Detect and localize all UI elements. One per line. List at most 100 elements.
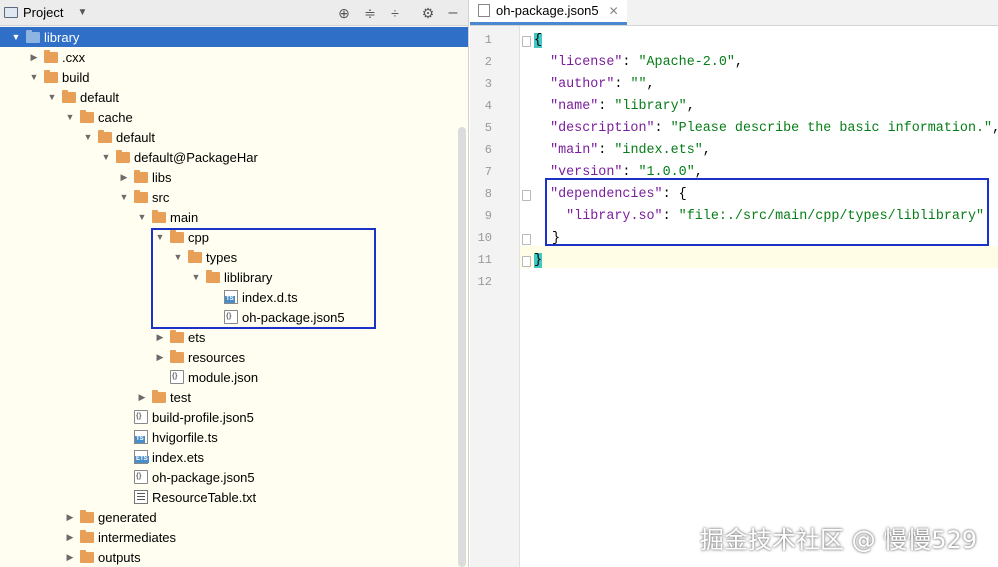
code-line: "name": "library", — [550, 99, 695, 114]
minimize-icon[interactable]: – — [444, 4, 462, 22]
tree-item-label: build-profile.json5 — [152, 409, 254, 425]
tree-item[interactable]: ▼ src — [0, 187, 468, 207]
collapse-all-icon[interactable]: ÷ — [386, 4, 404, 22]
chevron-down-icon[interactable]: ▼ — [8, 27, 24, 47]
tree-item-label: src — [152, 189, 170, 205]
tree-item-label: index.d.ts — [242, 289, 298, 305]
tree-item[interactable]: ▶ .cxx — [0, 47, 468, 67]
tree-item-label: test — [170, 389, 191, 405]
tree-item[interactable]: TS hvigorfile.ts — [0, 427, 468, 447]
tree-item[interactable]: {} module.json — [0, 367, 468, 387]
chevron-right-icon[interactable]: ▶ — [134, 387, 150, 407]
json-file-icon: {} — [224, 310, 238, 324]
chevron-down-icon[interactable]: ▼ — [116, 187, 132, 207]
chevron-down-icon[interactable]: ▼ — [80, 127, 96, 147]
tree-item[interactable]: {} oh-package.json5 — [0, 307, 468, 327]
line-number: 4 — [484, 99, 492, 113]
folder-icon — [44, 49, 58, 63]
tree-item-label: oh-package.json5 — [152, 469, 255, 485]
tree-item[interactable]: {} build-profile.json5 — [0, 407, 468, 427]
chevron-down-icon[interactable]: ▼ — [77, 7, 87, 18]
json-value: "index.ets" — [614, 143, 703, 158]
tree-item[interactable]: ETS index.ets — [0, 447, 468, 467]
chevron-down-icon[interactable]: ▼ — [152, 227, 168, 247]
tree-item[interactable]: ▶ outputs — [0, 547, 468, 567]
close-icon[interactable]: ✕ — [609, 4, 619, 18]
json-key: "license" — [550, 55, 623, 70]
tree-item[interactable]: ▼ cache — [0, 107, 468, 127]
fold-marker-icon[interactable] — [522, 36, 531, 47]
tree-item[interactable]: {} oh-package.json5 — [0, 467, 468, 487]
tree-scrollbar[interactable] — [458, 127, 466, 567]
tree-item[interactable]: ▶ generated — [0, 507, 468, 527]
fold-marker-icon[interactable] — [522, 256, 531, 267]
json-key: "dependencies" — [550, 187, 663, 202]
folder-icon — [206, 269, 220, 283]
tree-item[interactable]: ▶ resources — [0, 347, 468, 367]
ts-file-icon: TS — [224, 290, 238, 304]
chevron-right-icon[interactable]: ▶ — [116, 167, 132, 187]
chevron-down-icon[interactable]: ▼ — [26, 67, 42, 87]
tree-item-label: generated — [98, 509, 157, 525]
tree-item[interactable]: ▶ libs — [0, 167, 468, 187]
locate-icon[interactable]: ⊕ — [335, 4, 353, 22]
folder-icon — [80, 529, 94, 543]
tree-item[interactable]: ▶ intermediates — [0, 527, 468, 547]
folder-icon — [44, 69, 58, 83]
punctuation: , — [702, 143, 711, 158]
chevron-right-icon[interactable]: ▶ — [62, 527, 78, 547]
folder-icon — [188, 249, 202, 263]
chevron-right-icon[interactable]: ▶ — [26, 47, 42, 67]
tab-oh-package-json5[interactable]: oh-package.json5 ✕ — [470, 0, 627, 25]
tree-item[interactable]: ▼ default@PackageHar — [0, 147, 468, 167]
tree-item[interactable]: ▶ test — [0, 387, 468, 407]
project-panel-title[interactable]: Project — [23, 5, 63, 20]
tree-item-label: ResourceTable.txt — [152, 489, 257, 505]
tree-item-label: ets — [188, 329, 206, 345]
chevron-right-icon[interactable]: ▶ — [152, 327, 168, 347]
editor-panel: oh-package.json5 ✕ 1 2 3 4 5 6 7 8 9 10 11 12 { "li… — [470, 0, 998, 567]
chevron-down-icon[interactable]: ▼ — [98, 147, 114, 167]
folder-icon — [170, 329, 184, 343]
line-number: 11 — [477, 253, 492, 267]
tree-item[interactable]: ▼ liblibrary — [0, 267, 468, 287]
tree-item-label: module.json — [188, 369, 259, 385]
tree-item[interactable]: ▼ build — [0, 67, 468, 87]
fold-marker-icon[interactable] — [522, 234, 531, 245]
line-number: 5 — [484, 121, 492, 135]
tree-item[interactable]: ▼ main — [0, 207, 468, 227]
tree-item[interactable]: ▼ library — [0, 27, 468, 47]
tree-item[interactable]: ▼ default — [0, 87, 468, 107]
tree-item-label: index.ets — [152, 449, 205, 465]
gear-icon[interactable]: ⚙ — [419, 4, 437, 22]
tree-item[interactable]: ▶ ets — [0, 327, 468, 347]
tab-label: oh-package.json5 — [496, 3, 599, 18]
folder-icon — [116, 149, 130, 163]
json-value: "" — [630, 77, 647, 92]
fold-marker-icon[interactable] — [522, 190, 531, 201]
chevron-down-icon[interactable]: ▼ — [170, 247, 186, 267]
chevron-down-icon[interactable]: ▼ — [188, 267, 204, 287]
chevron-right-icon[interactable]: ▶ — [62, 507, 78, 527]
line-number: 7 — [484, 165, 492, 179]
brace: } — [552, 231, 561, 246]
chevron-down-icon[interactable]: ▼ — [134, 207, 150, 227]
expand-all-icon[interactable]: ≑ — [361, 4, 379, 22]
tree-item[interactable]: ▼ default — [0, 127, 468, 147]
tree-item[interactable]: TS index.d.ts — [0, 287, 468, 307]
chevron-down-icon[interactable]: ▼ — [44, 87, 60, 107]
punctuation: , — [734, 55, 743, 70]
tree-item[interactable]: ▼ types — [0, 247, 468, 267]
chevron-right-icon[interactable]: ▶ — [152, 347, 168, 367]
folder-icon — [80, 549, 94, 563]
tree-item[interactable]: ▼ cpp — [0, 227, 468, 247]
watermark: 掘金技术社区 @ 慢慢529 — [700, 526, 978, 554]
tree-item[interactable]: ResourceTable.txt — [0, 487, 468, 507]
json-file-icon: {} — [170, 370, 184, 384]
chevron-right-icon[interactable]: ▶ — [62, 547, 78, 567]
tree-item-label: default@PackageHar — [134, 149, 258, 165]
chevron-down-icon[interactable]: ▼ — [62, 107, 78, 127]
folder-icon — [98, 129, 112, 143]
